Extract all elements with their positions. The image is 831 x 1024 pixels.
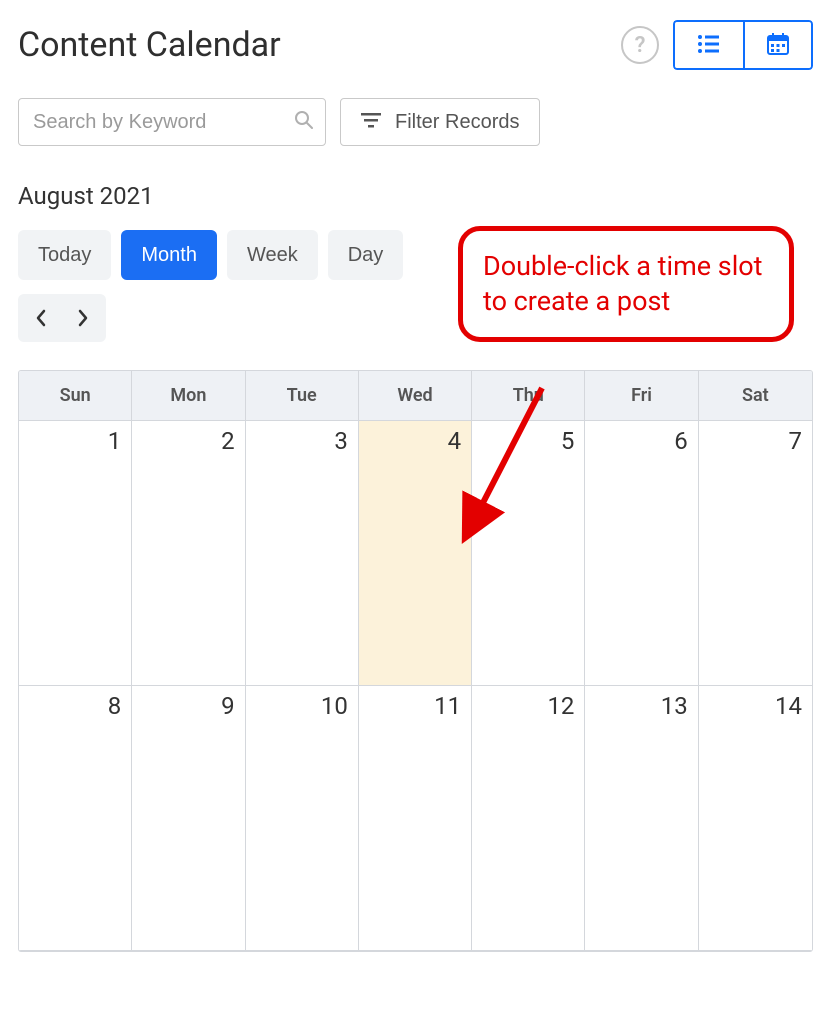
prev-button[interactable] bbox=[28, 294, 54, 342]
weekday-fri: Fri bbox=[585, 371, 698, 420]
week-button[interactable]: Week bbox=[227, 230, 318, 280]
list-icon bbox=[697, 34, 721, 57]
calendar-grid: Sun Mon Tue Wed Thu Fri Sat 1 2 3 4 5 6 … bbox=[18, 370, 813, 952]
header-actions: ? bbox=[621, 20, 813, 70]
weekday-sun: Sun bbox=[19, 371, 132, 420]
filter-label: Filter Records bbox=[395, 111, 519, 134]
day-number: 13 bbox=[661, 692, 688, 720]
day-number: 12 bbox=[547, 692, 574, 720]
filter-records-button[interactable]: Filter Records bbox=[340, 98, 540, 146]
period-label: August 2021 bbox=[18, 182, 813, 210]
day-cell[interactable]: 3 bbox=[246, 421, 359, 686]
page-title: Content Calendar bbox=[18, 25, 281, 65]
calendar-body: 1 2 3 4 5 6 7 8 9 10 11 12 13 14 bbox=[19, 421, 812, 951]
day-cell[interactable]: 2 bbox=[132, 421, 245, 686]
filter-icon bbox=[361, 111, 381, 134]
day-cell[interactable]: 10 bbox=[246, 686, 359, 951]
day-cell[interactable]: 1 bbox=[19, 421, 132, 686]
calendar-header: Sun Mon Tue Wed Thu Fri Sat bbox=[19, 371, 812, 421]
day-cell[interactable]: 7 bbox=[699, 421, 812, 686]
annotation-text: Double-click a time slot to create a pos… bbox=[483, 250, 763, 317]
weekday-thu: Thu bbox=[472, 371, 585, 420]
search-icon bbox=[294, 110, 314, 134]
day-number: 7 bbox=[788, 427, 802, 455]
next-button[interactable] bbox=[70, 294, 96, 342]
day-number: 4 bbox=[448, 427, 462, 455]
search-input[interactable] bbox=[18, 98, 326, 146]
list-view-button[interactable] bbox=[673, 20, 743, 70]
weekday-mon: Mon bbox=[132, 371, 245, 420]
day-cell[interactable]: 11 bbox=[359, 686, 472, 951]
day-number: 3 bbox=[334, 427, 348, 455]
today-button[interactable]: Today bbox=[18, 230, 111, 280]
nav-box bbox=[18, 294, 106, 342]
day-number: 2 bbox=[221, 427, 235, 455]
day-cell[interactable]: 5 bbox=[472, 421, 585, 686]
weekday-tue: Tue bbox=[246, 371, 359, 420]
day-number: 1 bbox=[108, 427, 122, 455]
search-wrap bbox=[18, 98, 326, 146]
day-number: 9 bbox=[221, 692, 235, 720]
day-number: 8 bbox=[108, 692, 122, 720]
day-cell[interactable]: 14 bbox=[699, 686, 812, 951]
day-cell[interactable]: 12 bbox=[472, 686, 585, 951]
day-cell-highlight[interactable]: 4 bbox=[359, 421, 472, 686]
view-toggle bbox=[673, 20, 813, 70]
day-number: 5 bbox=[561, 427, 575, 455]
day-number: 10 bbox=[321, 692, 348, 720]
header-row: Content Calendar ? bbox=[18, 20, 813, 70]
weekday-wed: Wed bbox=[359, 371, 472, 420]
weekday-sat: Sat bbox=[699, 371, 812, 420]
day-cell[interactable]: 6 bbox=[585, 421, 698, 686]
day-number: 11 bbox=[434, 692, 461, 720]
month-button[interactable]: Month bbox=[121, 230, 217, 280]
day-number: 14 bbox=[775, 692, 802, 720]
day-cell[interactable]: 8 bbox=[19, 686, 132, 951]
day-button[interactable]: Day bbox=[328, 230, 404, 280]
chevron-right-icon bbox=[76, 308, 90, 328]
chevron-left-icon bbox=[34, 308, 48, 328]
day-cell[interactable]: 13 bbox=[585, 686, 698, 951]
calendar-icon bbox=[767, 33, 789, 58]
filter-row: Filter Records bbox=[18, 98, 813, 146]
help-button[interactable]: ? bbox=[621, 26, 659, 64]
help-icon: ? bbox=[635, 33, 646, 58]
day-cell[interactable]: 9 bbox=[132, 686, 245, 951]
calendar-view-button[interactable] bbox=[743, 20, 813, 70]
annotation-callout: Double-click a time slot to create a pos… bbox=[458, 226, 794, 342]
day-number: 6 bbox=[674, 427, 688, 455]
